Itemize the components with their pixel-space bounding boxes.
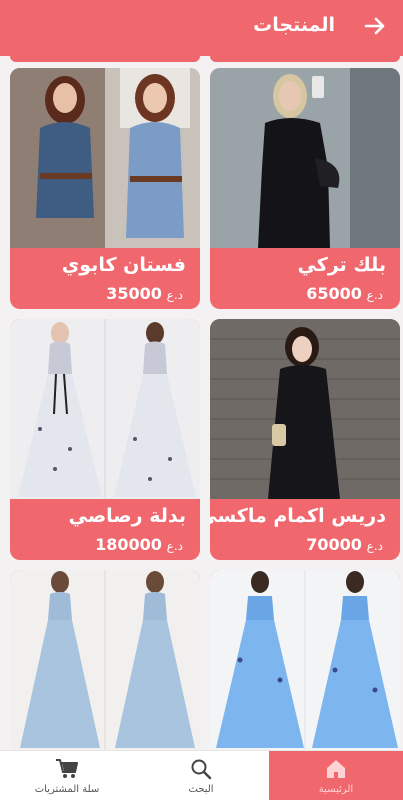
top-app-bar: المنتجات — [0, 0, 403, 56]
product-price: د.ع 180000 — [95, 535, 183, 554]
product-price: د.ع 65000 — [306, 284, 383, 303]
product-image — [210, 570, 400, 750]
product-card[interactable]: فستان كابوي د.ع 35000 — [10, 68, 200, 309]
nav-cart-label: سلة المشتريات — [34, 784, 100, 795]
search-icon — [191, 759, 212, 780]
product-price: د.ع 70000 — [306, 535, 383, 554]
product-image — [10, 319, 200, 499]
product-image — [10, 570, 200, 750]
product-card[interactable]: بلك تركي د.ع 65000 — [210, 68, 400, 309]
product-image — [210, 68, 400, 248]
product-grid[interactable]: فستان كابوي د.ع 35000 بلك تركي د.ع 65000 — [0, 68, 403, 750]
product-card[interactable]: دريس اكمام ماكسي د.ع 70000 — [210, 319, 400, 560]
nav-home-tab[interactable]: الرئيسية — [269, 751, 403, 800]
product-card[interactable] — [10, 570, 200, 750]
home-icon — [327, 760, 345, 778]
product-card[interactable] — [210, 570, 400, 750]
app-root: المنتجات فستان كابوي د.ع 35000 بلك تركي … — [0, 0, 403, 800]
nav-search-label: البحث — [188, 784, 214, 795]
nav-search-tab[interactable]: البحث — [134, 751, 268, 800]
product-image — [210, 319, 400, 499]
previous-row-edge — [0, 56, 403, 62]
product-price: د.ع 35000 — [106, 284, 183, 303]
bottom-navigation: سلة المشتريات البحث الرئيسية — [0, 750, 403, 800]
nav-cart-tab[interactable]: سلة المشتريات — [0, 751, 134, 800]
page-title: المنتجات — [253, 14, 335, 36]
nav-home-label: الرئيسية — [318, 784, 354, 795]
product-name: فستان كابوي — [61, 254, 186, 276]
shopping-cart-icon — [56, 759, 78, 778]
product-name: بلك تركي — [297, 254, 386, 276]
product-name: دريس اكمام ماكسي — [210, 505, 386, 527]
product-card[interactable]: بدلة رصاصي د.ع 180000 — [10, 319, 200, 560]
product-image — [10, 68, 200, 248]
arrow-right-icon[interactable] — [361, 12, 389, 40]
product-name: بدلة رصاصي — [68, 505, 186, 527]
